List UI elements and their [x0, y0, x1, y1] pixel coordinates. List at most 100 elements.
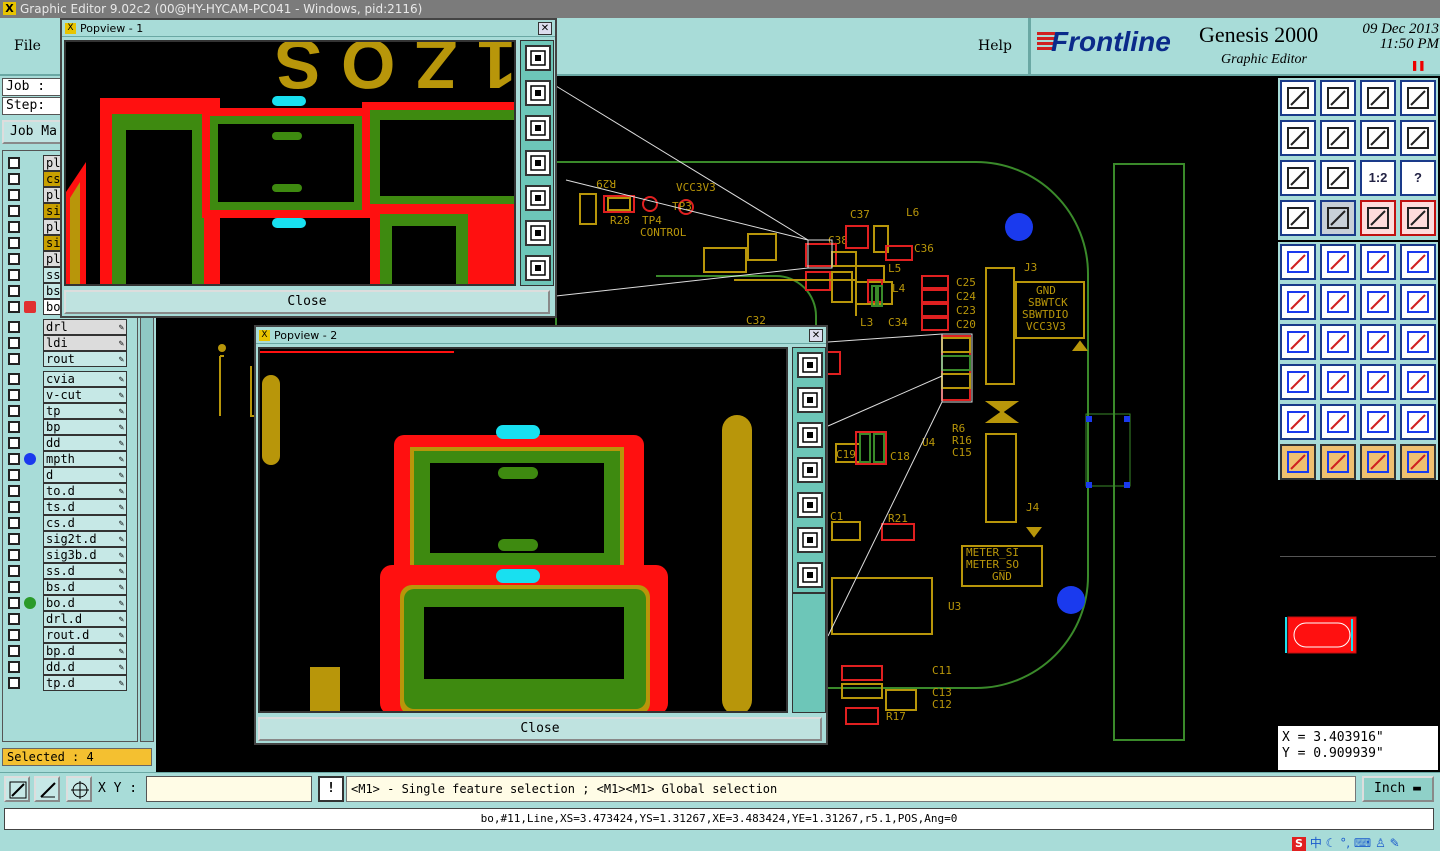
layer-name[interactable]: tp.d ✎ — [43, 675, 127, 691]
layer-name[interactable]: dd.d ✎ — [43, 659, 127, 675]
zoom-forward-icon[interactable] — [1320, 120, 1356, 156]
layer-row[interactable]: bo.d ✎ — [5, 595, 137, 611]
layer-checkbox[interactable] — [8, 645, 20, 657]
layer-row[interactable]: dd ✎ — [5, 435, 137, 451]
layer-checkbox[interactable] — [8, 549, 20, 561]
layer-row[interactable]: cs.d ✎ — [5, 515, 137, 531]
layer-row[interactable]: d ✎ — [5, 467, 137, 483]
popview-1-pan-right-icon[interactable] — [525, 185, 551, 211]
route-icon[interactable] — [1360, 284, 1396, 320]
ruler-icon[interactable] — [1360, 244, 1396, 280]
moon-icon[interactable]: ☾ — [1326, 836, 1337, 850]
popview-1-zoom-out-icon[interactable] — [525, 255, 551, 281]
layer-name[interactable]: drl.d ✎ — [43, 611, 127, 627]
popview-2-pan-right-icon[interactable] — [797, 492, 823, 518]
popview-2-title[interactable]: X Popview - 2 ✕ — [256, 327, 826, 344]
user-icon[interactable]: ♙ — [1375, 836, 1386, 850]
layer-checkbox[interactable] — [8, 405, 20, 417]
wrench-icon[interactable] — [1280, 200, 1316, 236]
layer-checkbox[interactable] — [8, 189, 20, 201]
layer-checkbox[interactable] — [8, 269, 20, 281]
delta-alt-icon[interactable] — [1400, 404, 1436, 440]
node-icon[interactable] — [1280, 364, 1316, 400]
measure-icon[interactable] — [1360, 364, 1396, 400]
cross-icon[interactable] — [1320, 284, 1356, 320]
layer-row[interactable]: ldi ✎ — [5, 335, 137, 351]
layer-row[interactable]: sig3b.d ✎ — [5, 547, 137, 563]
popview-1-pan-left-icon[interactable] — [525, 150, 551, 176]
layer-checkbox[interactable] — [8, 469, 20, 481]
select-box-icon[interactable] — [1400, 244, 1436, 280]
ime-tray[interactable]: S 中 ☾ °, ⌨ ♙ ✎ — [1292, 834, 1400, 851]
popview-2-close-icon[interactable]: ✕ — [809, 329, 823, 342]
layer-checkbox[interactable] — [8, 501, 20, 513]
pointer-box-icon[interactable] — [1320, 444, 1356, 480]
layer-row[interactable]: v-cut ✎ — [5, 387, 137, 403]
layer-checkbox[interactable] — [8, 285, 20, 297]
layer-row[interactable]: tp.d ✎ — [5, 675, 137, 691]
layer-name[interactable]: mpth ✎ — [43, 451, 127, 467]
layer-checkbox[interactable] — [8, 301, 20, 313]
popview-2-pan-up-icon[interactable] — [797, 387, 823, 413]
layer-checkbox[interactable] — [8, 453, 20, 465]
delta-icon[interactable] — [1320, 404, 1356, 440]
popview-1-title[interactable]: X Popview - 1 ✕ — [62, 20, 555, 37]
layer-row[interactable]: bp.d ✎ — [5, 643, 137, 659]
help-icon[interactable]: ? — [1400, 160, 1436, 196]
layer-checkbox[interactable] — [8, 221, 20, 233]
layer-checkbox[interactable] — [8, 437, 20, 449]
sogou-ime-icon[interactable]: S — [1292, 837, 1306, 851]
layer-row[interactable]: to.d ✎ — [5, 483, 137, 499]
layer-checkbox[interactable] — [8, 321, 20, 333]
pointer-alt-icon[interactable] — [1360, 444, 1396, 480]
layer-checkbox[interactable] — [8, 157, 20, 169]
delta-select-icon[interactable] — [1360, 404, 1396, 440]
add-pad-icon[interactable] — [1280, 244, 1316, 280]
menu-file[interactable]: File — [14, 38, 41, 54]
layer-checkbox[interactable] — [8, 337, 20, 349]
copy-icon[interactable] — [1400, 364, 1436, 400]
angle-icon[interactable] — [1280, 324, 1316, 360]
triangle-icon[interactable] — [1280, 404, 1316, 440]
layer-name[interactable]: drl ✎ — [43, 319, 127, 335]
layer-name[interactable]: tp ✎ — [43, 403, 127, 419]
layer-name[interactable]: bs.d ✎ — [43, 579, 127, 595]
layer-checkbox[interactable] — [8, 597, 20, 609]
layer-row[interactable]: tp ✎ — [5, 403, 137, 419]
popview-1-close-button[interactable]: Close — [64, 290, 550, 314]
layer-name[interactable]: to.d ✎ — [43, 483, 127, 499]
layer-row[interactable]: bs.d ✎ — [5, 579, 137, 595]
popview-2-zoom-fit-icon[interactable] — [797, 352, 823, 378]
measure-icon[interactable] — [34, 776, 60, 802]
window-split-icon[interactable] — [1400, 80, 1436, 116]
layer-name[interactable]: cvia ✎ — [43, 371, 127, 387]
layer-row[interactable]: ts.d ✎ — [5, 499, 137, 515]
layer-snap-icon[interactable] — [1360, 200, 1396, 236]
popview-2-close-button[interactable]: Close — [258, 717, 822, 741]
redraw-icon[interactable] — [1360, 120, 1396, 156]
keyboard-icon[interactable]: ⌨ — [1354, 836, 1371, 850]
layer-name[interactable]: v-cut ✎ — [43, 387, 127, 403]
add-line-icon[interactable] — [1320, 244, 1356, 280]
layer-checkbox[interactable] — [8, 353, 20, 365]
popview-1-zoom-fit-icon[interactable] — [525, 45, 551, 71]
menu-help[interactable]: Help — [978, 38, 1012, 54]
layer-color-dot[interactable] — [24, 453, 36, 465]
layer-row[interactable]: bp ✎ — [5, 419, 137, 435]
layer-name[interactable]: dd ✎ — [43, 435, 127, 451]
home-view-icon[interactable] — [1280, 80, 1316, 116]
arc-icon[interactable] — [1360, 324, 1396, 360]
punctuation-icon[interactable]: °, — [1340, 836, 1350, 850]
layer-row[interactable]: cvia ✎ — [5, 371, 137, 387]
grid-snap-icon[interactable] — [66, 776, 92, 802]
xy-input[interactable] — [146, 776, 312, 802]
popview-2-pan-down-icon[interactable] — [797, 422, 823, 448]
layer-checkbox[interactable] — [8, 373, 20, 385]
segment-icon[interactable] — [1320, 364, 1356, 400]
layer-checkbox[interactable] — [8, 581, 20, 593]
layer-checkbox[interactable] — [8, 517, 20, 529]
layer-name[interactable]: bp.d ✎ — [43, 643, 127, 659]
layer-name[interactable]: cs.d ✎ — [43, 515, 127, 531]
popview-1-pan-up-icon[interactable] — [525, 80, 551, 106]
layer-checkbox[interactable] — [8, 253, 20, 265]
